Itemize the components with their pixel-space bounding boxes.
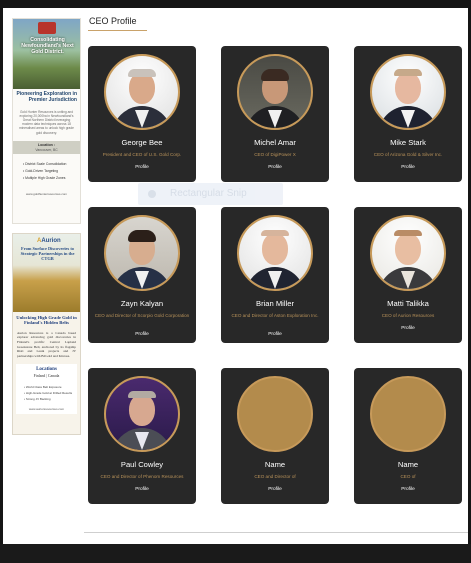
ad-headline: Consolidating Newfoundland's Next Gold D… [21, 37, 74, 56]
ad-body-text: Gold Hunter Resources is uniting and exp… [19, 109, 74, 135]
list-item: • Multiple High Grade Zones [23, 175, 66, 180]
snip-tool-overlay: Rectangular Snip [138, 183, 283, 205]
profile-link[interactable]: Profile [354, 487, 462, 492]
avatar [237, 215, 313, 291]
profile-link[interactable]: Profile [221, 332, 329, 337]
ceo-card[interactable]: Michel Amar CEO of DigiPower X Profile [221, 46, 329, 182]
avatar [104, 54, 180, 130]
profile-link[interactable]: Profile [221, 487, 329, 492]
ad-location-value: Vancouver, BC [35, 147, 58, 152]
list-item: • Gold-Driven Targeting [23, 168, 59, 173]
ceo-card[interactable]: Matti Talikka CEO of Aurion Resources Pr… [354, 207, 462, 343]
ceo-role: CEO of [400, 474, 416, 479]
snip-label: Rectangular Snip [170, 188, 247, 199]
avatar-placeholder [370, 376, 446, 452]
avatar [370, 54, 446, 130]
ad-tagline: From Surface Discoveries to Strategic Pa… [20, 246, 75, 262]
avatar [370, 215, 446, 291]
taskbar [0, 544, 471, 563]
ad-bullet-list: • District Scale Consolidation • Gold-Dr… [13, 154, 80, 182]
sidebar-ad-aurion[interactable]: AAurion From Surface Discoveries to Stra… [12, 233, 81, 435]
ceo-role: CEO and Director of Scorpio Gold Corpora… [94, 313, 190, 318]
ad-website-link[interactable]: www.goldhunterresources.com [13, 182, 80, 196]
ceo-role: CEO and Director of Phenom Resources [100, 474, 184, 479]
ceo-role: CEO and Director of [254, 474, 296, 479]
window-frame-top [0, 0, 471, 8]
ad-logo-icon [38, 22, 56, 34]
ceo-name: Name [264, 460, 286, 469]
ceo-card[interactable]: Zayn Kalyan CEO and Director of Scorpio … [88, 207, 196, 343]
ceo-role: CEO of DigiPower X [254, 152, 296, 157]
ad-subheadline: Pioneering Exploration in Premier Jurisd… [16, 91, 77, 103]
ceo-name: Michel Amar [254, 138, 296, 147]
ceo-card[interactable]: Brian Miller CEO and Director of Aston E… [221, 207, 329, 343]
ceo-name: Name [397, 460, 419, 469]
ceo-name: Matti Talikka [387, 299, 429, 308]
ceo-name: Mike Stark [390, 138, 426, 147]
ceo-role: CEO of Aurion Resources [381, 313, 435, 318]
ceo-card[interactable]: Name CEO of Profile [354, 368, 462, 504]
ad-bullet-list: • World Class Belt Exposure • High-Grade… [19, 378, 74, 402]
snip-icon [148, 190, 156, 198]
profile-link[interactable]: Profile [221, 165, 329, 170]
ceo-card[interactable]: Paul Cowley CEO and Director of Phenom R… [88, 368, 196, 504]
profile-link[interactable]: Profile [88, 487, 196, 492]
ceo-role: CEO and Director of Aston Exploration In… [231, 313, 319, 318]
ad-location-label: Location : [37, 142, 56, 147]
ad-hero-image: Consolidating Newfoundland's Next Gold D… [13, 19, 80, 89]
profile-link[interactable]: Profile [354, 165, 462, 170]
page-title: CEO Profile [89, 16, 137, 26]
list-item: • District Scale Consolidation [23, 161, 67, 166]
window-frame-left [0, 0, 3, 563]
avatar [104, 215, 180, 291]
ceo-name: George Bee [121, 138, 163, 147]
ceo-name: Zayn Kalyan [120, 299, 164, 308]
avatar [237, 54, 313, 130]
footer-divider [84, 532, 468, 533]
profile-link[interactable]: Profile [354, 326, 462, 331]
title-underline [88, 30, 147, 31]
avatar [104, 376, 180, 452]
ceo-name: Paul Cowley [120, 460, 164, 469]
ad-logo: AAurion [37, 238, 61, 244]
ceo-role: President and CEO of U.S. Gold Corp. [102, 152, 182, 157]
ceo-role: CEO of Arizona Gold & Silver Inc. [373, 152, 443, 157]
ad-hero-image: AAurion From Surface Discoveries to Stra… [13, 234, 80, 312]
ad-headline: Unlocking High Grade Gold in Finland's H… [16, 315, 77, 326]
ad-website-link[interactable]: www.aurionresources.com [19, 402, 74, 411]
sidebar-ad-gold-hunter[interactable]: Consolidating Newfoundland's Next Gold D… [12, 18, 81, 224]
profile-link[interactable]: Profile [88, 332, 196, 337]
ceo-card[interactable]: Name CEO and Director of Profile [221, 368, 329, 504]
ad-locations-box: Locations Finland | Canada • World Class… [16, 364, 77, 415]
ceo-card[interactable]: Mike Stark CEO of Arizona Gold & Silver … [354, 46, 462, 182]
profile-link[interactable]: Profile [88, 165, 196, 170]
ceo-card[interactable]: George Bee President and CEO of U.S. Gol… [88, 46, 196, 182]
avatar-placeholder [237, 376, 313, 452]
ceo-name: Brian Miller [256, 299, 294, 308]
ad-location-box: Location : Vancouver, BC [13, 140, 80, 154]
ad-body-text: Aurion Resources is a Canada based explo… [17, 330, 76, 358]
